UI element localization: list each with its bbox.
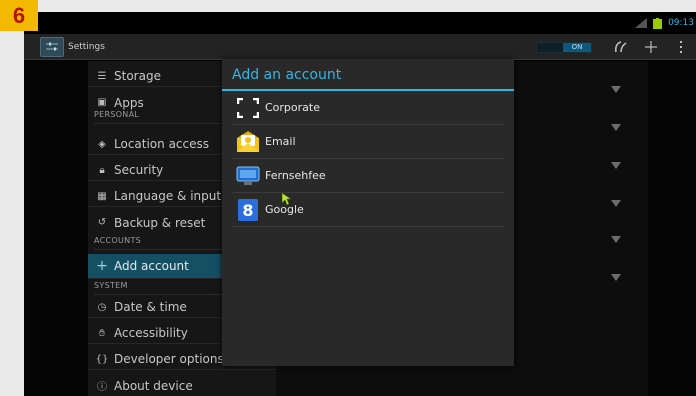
menu-item-label: Location access xyxy=(114,137,210,151)
wps-button[interactable] xyxy=(606,34,636,60)
page-title: Settings xyxy=(68,41,105,52)
wifi-icon xyxy=(611,200,621,207)
signal-icon xyxy=(635,18,648,28)
fernsehfee-icon xyxy=(236,164,260,188)
wifi-network-row[interactable] xyxy=(596,79,636,99)
status-clock: 09:13 xyxy=(668,18,694,28)
account-option-fernsehfee[interactable]: Fernsehfee xyxy=(232,159,504,193)
wifi-icon xyxy=(611,274,621,281)
menu-item-label: About device xyxy=(114,378,193,393)
email-icon xyxy=(236,130,260,154)
account-option-corporate[interactable]: Corporate xyxy=(232,91,504,125)
clock-icon: ◷ xyxy=(97,301,107,313)
wifi-network-row[interactable] xyxy=(596,193,636,213)
menu-item-label: Backup & reset xyxy=(114,215,206,230)
status-icons: 09:13 xyxy=(635,12,696,34)
battery-icon xyxy=(653,17,663,29)
account-option-label: Fernsehfee xyxy=(265,169,326,182)
account-option-email[interactable]: Email xyxy=(232,125,504,159)
more-vert-icon xyxy=(680,41,682,53)
menu-item-label: Security xyxy=(114,163,164,177)
plus-icon xyxy=(645,41,657,53)
wifi-toggle[interactable]: ON xyxy=(536,41,592,53)
menu-item-label: Accessibility xyxy=(114,326,188,340)
wps-icon xyxy=(614,41,627,53)
corporate-icon xyxy=(236,96,260,120)
menu-item-label: Storage xyxy=(114,69,161,83)
step-number-badge: 6 xyxy=(0,0,38,31)
backup-icon: ↺ xyxy=(97,217,107,228)
hand-icon: ✋︎ xyxy=(99,327,105,339)
plus-icon: + xyxy=(96,258,108,274)
sliders-icon xyxy=(46,42,58,50)
wifi-icon xyxy=(611,86,621,93)
overflow-menu-button[interactable] xyxy=(666,34,696,60)
wifi-network-row[interactable] xyxy=(596,229,636,249)
account-option-label: Email xyxy=(265,135,296,148)
mouse-cursor-icon xyxy=(282,193,291,205)
menu-item-label: Add account xyxy=(114,259,189,273)
lock-icon: 🔒︎ xyxy=(99,164,105,176)
keyboard-icon: ▦ xyxy=(97,190,107,202)
google-icon: 8 xyxy=(236,198,260,222)
settings-app-icon[interactable] xyxy=(40,36,64,57)
action-bar: Settings ON xyxy=(24,34,696,60)
toggle-on-label: ON xyxy=(563,42,591,52)
dialog-title: Add an account xyxy=(222,60,514,91)
action-bar-actions: ON xyxy=(536,34,696,60)
account-option-google[interactable]: 8 Google xyxy=(232,193,504,227)
menu-item-label: Developer options xyxy=(114,352,224,366)
menu-item-label: Date & time xyxy=(114,300,187,314)
wifi-icon xyxy=(611,162,621,169)
menu-item-label: Apps xyxy=(114,95,144,110)
add-account-dialog: Add an account Corporate Email Fernsehfe… xyxy=(222,60,514,366)
wifi-network-row[interactable] xyxy=(596,267,636,287)
add-network-button[interactable] xyxy=(636,34,666,60)
wifi-network-row[interactable] xyxy=(596,117,636,137)
menu-item-label: Language & input xyxy=(114,189,222,203)
menu-item-about-device[interactable]: ⓘ About device xyxy=(88,375,276,396)
braces-icon: {} xyxy=(95,353,109,365)
status-bar: 09:13 xyxy=(24,12,696,34)
wifi-icon xyxy=(611,236,621,243)
android-screen: 09:13 Settings ON ☰ Storage ▣ Apps PERSO… xyxy=(24,12,696,396)
apps-icon: ▣ xyxy=(97,97,107,108)
account-option-label: Corporate xyxy=(265,101,320,114)
location-icon: ◈ xyxy=(98,138,106,150)
storage-icon: ☰ xyxy=(97,70,107,82)
info-icon: ⓘ xyxy=(97,382,107,393)
wifi-icon xyxy=(611,124,621,131)
wifi-network-row[interactable] xyxy=(596,155,636,175)
svg-text:8: 8 xyxy=(242,201,253,220)
